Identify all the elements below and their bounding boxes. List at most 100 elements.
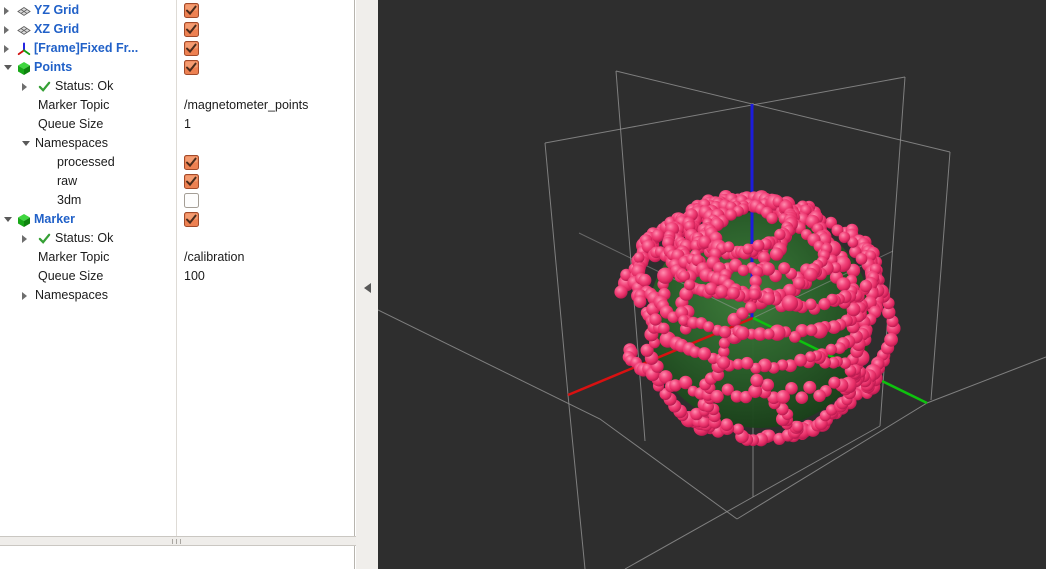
displays-panel: YZ GridXZ Grid[Frame]Fixed Fr...PointsSt…	[0, 0, 355, 536]
magnetometer-point	[813, 390, 826, 403]
magnetometer-point	[782, 295, 798, 311]
magnetometer-point	[806, 324, 818, 336]
magnetometer-point	[638, 274, 651, 287]
status-ok-icon	[38, 232, 52, 246]
status-ok-icon	[38, 80, 52, 94]
checkbox-raw[interactable]	[184, 174, 199, 189]
checkbox-marker[interactable]	[184, 212, 199, 227]
property-value-queue-size[interactable]: 1	[184, 115, 191, 134]
tree-row-yz-grid[interactable]: YZ Grid	[0, 1, 354, 20]
3d-viewport[interactable]	[378, 0, 1046, 569]
magnetometer-point	[652, 229, 665, 242]
marker-cube-icon	[17, 61, 31, 75]
tree-row-marker[interactable]: Marker	[0, 210, 354, 229]
tree-row-marker-topic[interactable]: Marker Topic/magnetometer_points	[0, 96, 354, 115]
tree-row-raw[interactable]: raw	[0, 172, 354, 191]
expanded-arrow-icon[interactable]	[22, 141, 30, 146]
magnetometer-point	[736, 326, 750, 340]
tree-row-marker-topic[interactable]: Marker Topic/calibration	[0, 248, 354, 267]
magnetometer-point	[678, 315, 689, 326]
magnetometer-point	[761, 262, 775, 276]
checkbox-frame-fixed-fr[interactable]	[184, 41, 199, 56]
checkbox-processed[interactable]	[184, 155, 199, 170]
magnetometer-point	[796, 391, 809, 404]
tree-label: Points	[34, 58, 72, 77]
checkbox-points[interactable]	[184, 60, 199, 75]
tree-label: Queue Size	[38, 267, 103, 286]
magnetometer-point	[752, 240, 764, 252]
magnetometer-point	[826, 344, 837, 355]
tree-row-status-ok[interactable]: Status: Ok	[0, 229, 354, 248]
magnetometer-point	[717, 356, 730, 369]
magnetometer-point	[792, 421, 803, 432]
tree-label: YZ Grid	[34, 1, 79, 20]
magnetometer-point	[634, 295, 647, 308]
tree-row-queue-size[interactable]: Queue Size 100	[0, 267, 354, 286]
checkbox-yz-grid[interactable]	[184, 3, 199, 18]
property-value-marker-topic[interactable]: /magnetometer_points	[184, 96, 308, 115]
splitter-grip-dot	[180, 539, 181, 544]
magnetometer-point	[805, 299, 817, 311]
magnetometer-point	[778, 262, 790, 274]
expanded-arrow-icon[interactable]	[4, 65, 12, 70]
tree-row-points[interactable]: Points	[0, 58, 354, 77]
magnetometer-point	[860, 280, 872, 292]
grid-icon	[17, 4, 31, 18]
magnetometer-point	[776, 390, 790, 404]
panel-collapse-gutter	[356, 0, 378, 569]
magnetometer-point	[719, 326, 731, 338]
tree-label: Namespaces	[35, 134, 108, 153]
tree-label: [Frame]Fixed Fr...	[34, 39, 138, 58]
collapsed-arrow-icon[interactable]	[22, 292, 27, 300]
magnetometer-point	[658, 323, 670, 335]
magnetometer-point	[837, 277, 851, 291]
magnetometer-point	[649, 313, 661, 325]
magnetometer-point	[698, 347, 711, 360]
tree-label: Marker	[34, 210, 75, 229]
tree-label: Namespaces	[35, 286, 108, 305]
tree-label: Marker Topic	[38, 96, 109, 115]
expanded-arrow-icon[interactable]	[4, 217, 12, 222]
collapsed-arrow-icon[interactable]	[22, 235, 27, 243]
magnetometer-point	[803, 381, 816, 394]
tree-label: processed	[57, 153, 115, 172]
collapsed-arrow-icon[interactable]	[4, 26, 9, 34]
property-value-marker-topic[interactable]: /calibration	[184, 248, 244, 267]
magnetometer-point	[720, 418, 733, 431]
collapsed-arrow-icon[interactable]	[22, 83, 27, 91]
tree-row-processed[interactable]: processed	[0, 153, 354, 172]
property-value-queue-size[interactable]: 100	[184, 267, 205, 286]
magnetometer-point	[741, 357, 754, 370]
checkbox-3dm[interactable]	[184, 193, 199, 208]
magnetometer-point	[856, 253, 868, 265]
splitter-grip-dot	[176, 539, 177, 544]
tree-row-status-ok[interactable]: Status: Ok	[0, 77, 354, 96]
tree-row-namespaces[interactable]: Namespaces	[0, 134, 354, 153]
tree-row-queue-size[interactable]: Queue Size1	[0, 115, 354, 134]
panel-splitter[interactable]	[0, 536, 356, 546]
tree-label: Status: Ok	[55, 229, 113, 248]
magnetometer-point	[749, 288, 761, 300]
tree-label: XZ Grid	[34, 20, 79, 39]
tree-row-xz-grid[interactable]: XZ Grid	[0, 20, 354, 39]
magnetometer-point	[723, 241, 734, 252]
collapse-panel-icon[interactable]	[364, 283, 371, 293]
magnetometer-point	[736, 307, 748, 319]
magnetometer-point	[725, 209, 737, 221]
property-column-divider[interactable]	[176, 0, 177, 536]
grid-icon	[17, 23, 31, 37]
magnetometer-point	[703, 321, 714, 332]
checkbox-xz-grid[interactable]	[184, 22, 199, 37]
grid-line	[931, 152, 950, 400]
magnetometer-point	[711, 390, 724, 403]
magnetometer-point	[770, 247, 783, 260]
tree-row-namespaces[interactable]: Namespaces	[0, 286, 354, 305]
tree-row-3dm[interactable]: 3dm	[0, 191, 354, 210]
magnetometer-point	[839, 232, 850, 243]
tree-label: raw	[57, 172, 77, 191]
tree-row-frame-fixed-fr[interactable]: [Frame]Fixed Fr...	[0, 39, 354, 58]
collapsed-arrow-icon[interactable]	[4, 45, 9, 53]
magnetometer-point	[614, 285, 627, 298]
collapsed-arrow-icon[interactable]	[4, 7, 9, 15]
magnetometer-point	[727, 287, 740, 300]
